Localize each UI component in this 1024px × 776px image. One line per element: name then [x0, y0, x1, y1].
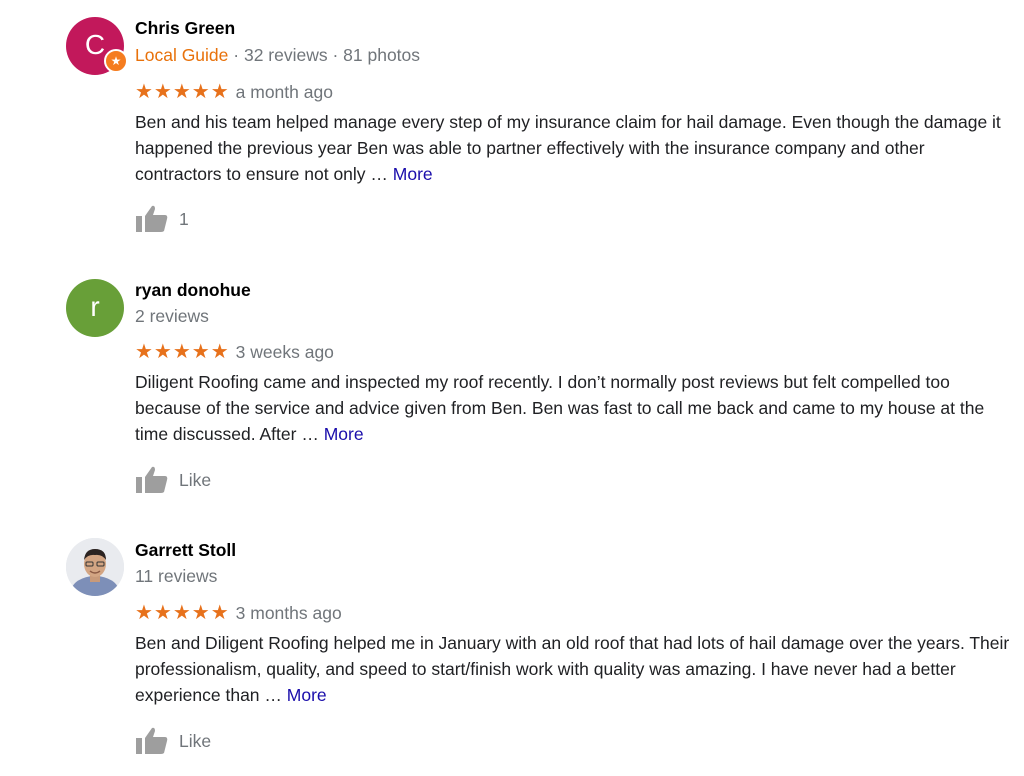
review-text: Ben and his team helped manage every ste… [135, 109, 1010, 187]
more-link[interactable]: More [393, 164, 433, 184]
star-rating: ★★★★★ [135, 341, 230, 363]
person-photo-icon [66, 538, 124, 596]
avatar[interactable]: C ★ [66, 17, 128, 75]
rating-line: ★★★★★ a month ago [135, 79, 333, 104]
thumbs-up-icon [136, 727, 168, 754]
more-link[interactable]: More [324, 424, 364, 444]
reviewer-meta: Local Guide · 32 reviews · 81 photos [135, 45, 420, 66]
star-rating: ★★★★★ [135, 81, 230, 103]
like-button[interactable]: Like [135, 727, 211, 755]
reviewer-name[interactable]: Chris Green [135, 18, 235, 39]
reviewer-meta: 2 reviews [135, 306, 209, 326]
rating-line: ★★★★★ 3 weeks ago [135, 339, 334, 364]
review-time: 3 weeks ago [235, 342, 334, 362]
rating-line: ★★★★★ 3 months ago [135, 600, 342, 625]
thumbs-up-icon [136, 205, 168, 232]
like-button[interactable]: Like [135, 466, 211, 494]
like-button[interactable]: 1 [135, 205, 189, 233]
thumbs-up-icon [136, 466, 168, 493]
like-label: Like [179, 469, 212, 490]
review-time: a month ago [235, 82, 333, 102]
review-text: Ben and Diligent Roofing helped me in Ja… [135, 630, 1010, 708]
review-body: Diligent Roofing came and inspected my r… [135, 372, 985, 444]
avatar-photo[interactable] [66, 538, 124, 596]
review-body: Ben and Diligent Roofing helped me in Ja… [135, 633, 1010, 705]
local-guide-star-icon: ★ [104, 49, 128, 73]
avatar-letter: C [84, 29, 106, 60]
more-link[interactable]: More [287, 685, 327, 705]
local-guide-label[interactable]: Local Guide [135, 45, 228, 65]
reviewer-meta: 11 reviews [135, 566, 218, 586]
reviewer-name[interactable]: Garrett Stoll [135, 540, 236, 561]
review-body: Ben and his team helped manage every ste… [135, 112, 1001, 184]
avatar[interactable]: r [66, 279, 124, 337]
review-text: Diligent Roofing came and inspected my r… [135, 369, 1010, 447]
star-rating: ★★★★★ [135, 602, 230, 624]
like-label: Like [179, 730, 212, 751]
avatar-letter: r [90, 291, 100, 322]
reviewer-stats: · 32 reviews · 81 photos [228, 45, 421, 65]
reviewer-name[interactable]: ryan donohue [135, 280, 251, 301]
review-time: 3 months ago [235, 603, 342, 623]
like-count: 1 [179, 208, 189, 229]
